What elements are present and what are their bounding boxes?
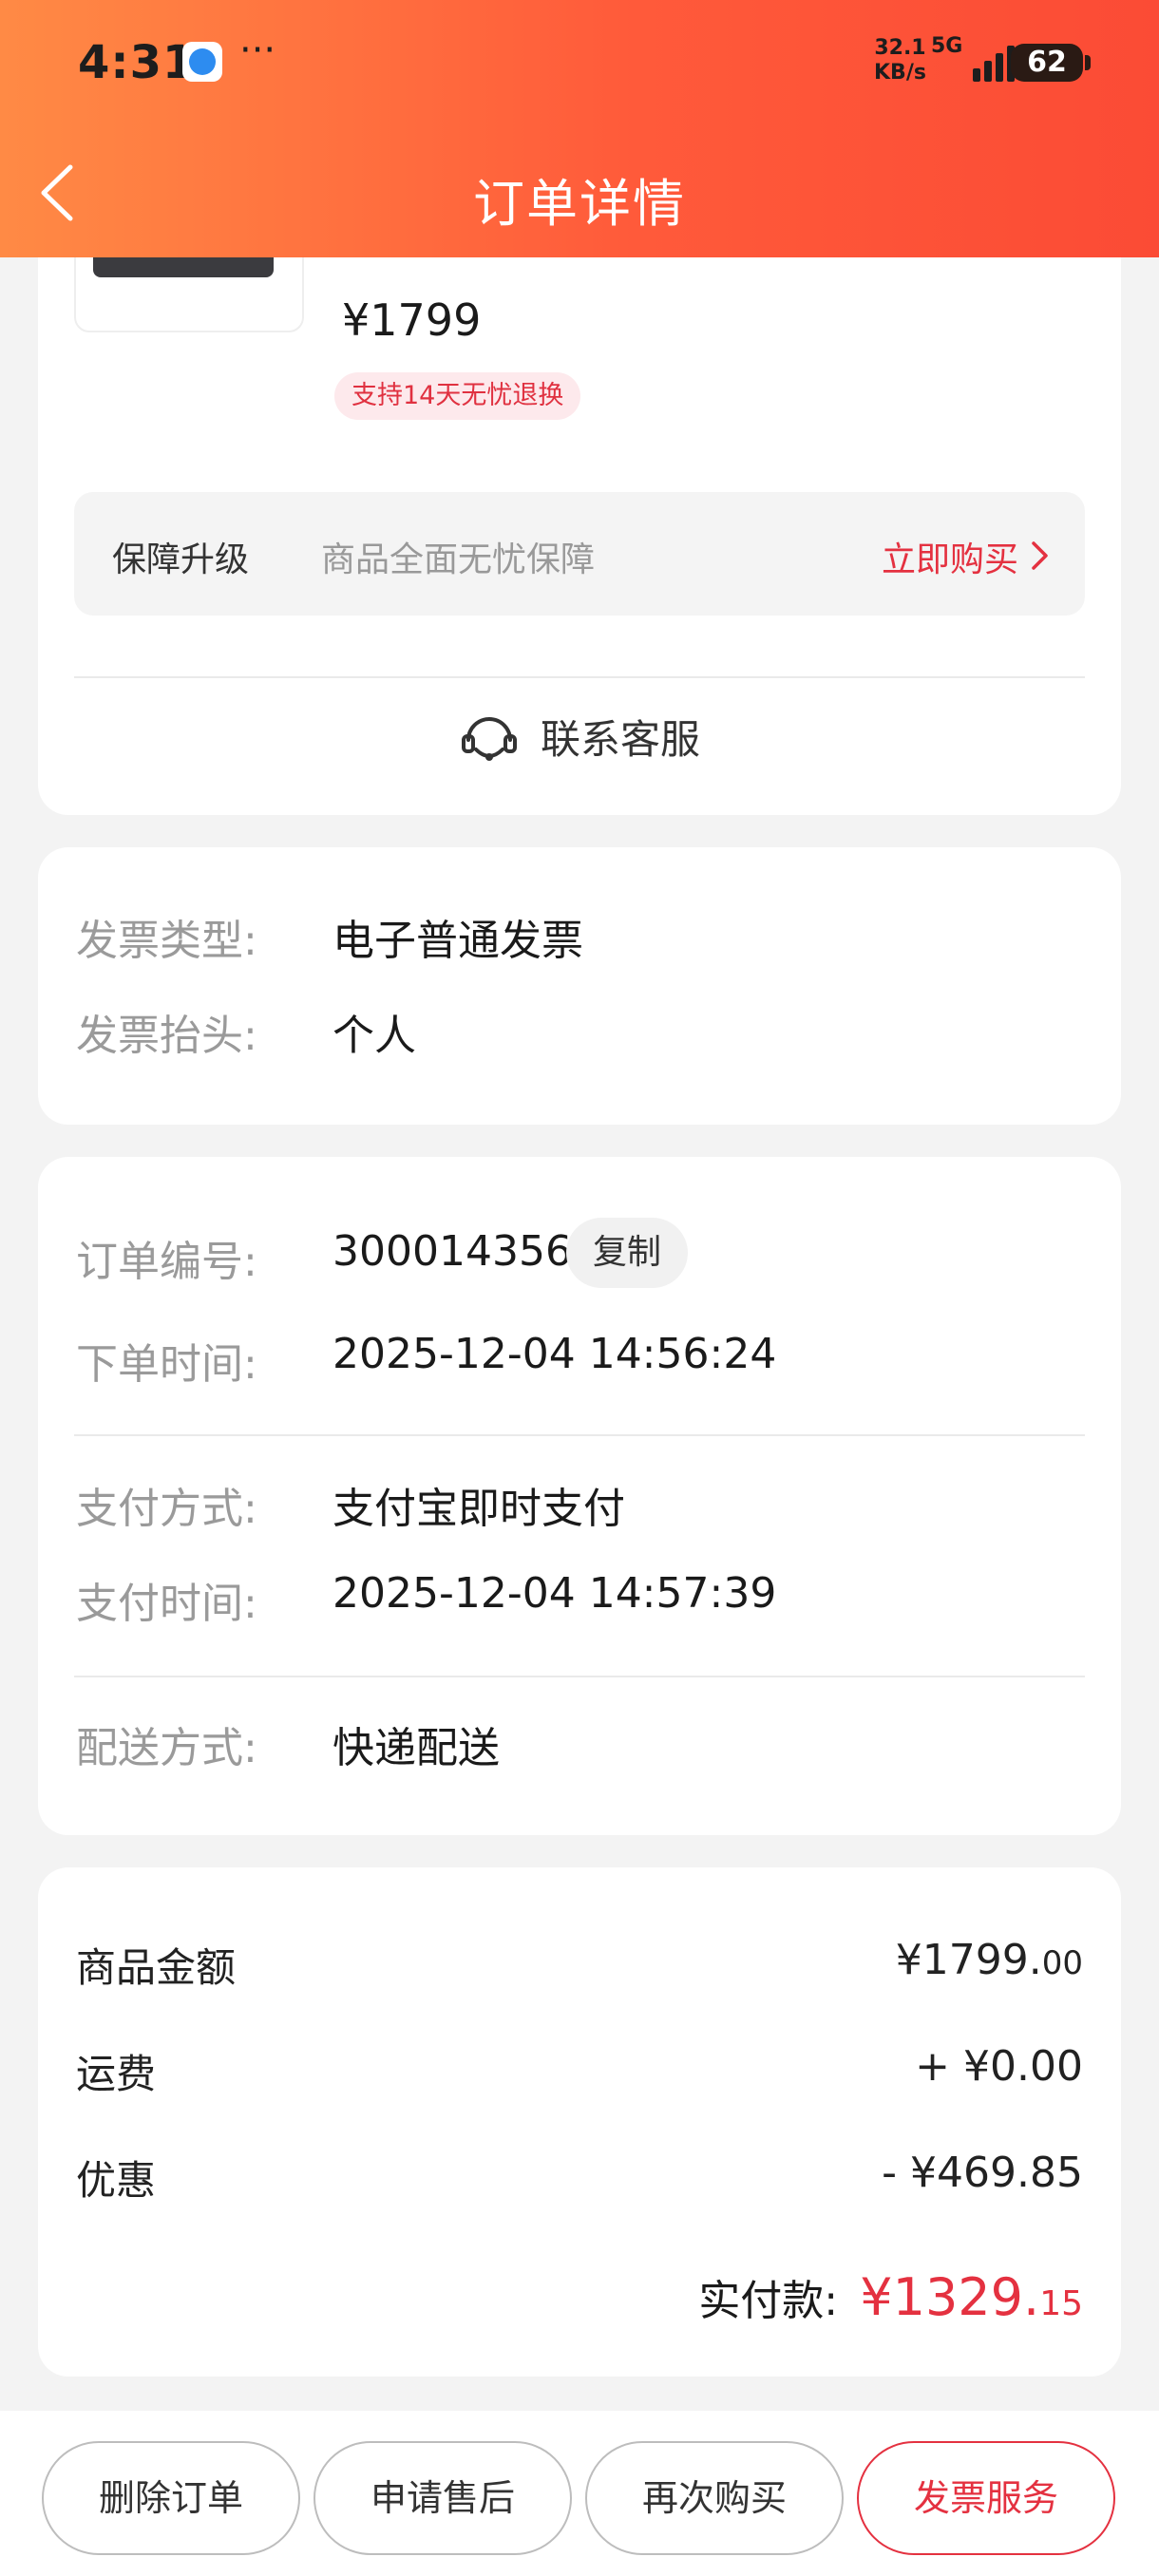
order-number-row: 订单编号: 300014356 [76,1227,572,1288]
network-type: 5G [931,34,963,58]
buy-again-button[interactable]: 再次购买 [585,2441,844,2555]
order-number-value: 300014356 [332,1227,572,1276]
invoice-header-row: 发票抬头: 个人 [76,1001,416,1062]
copy-order-number-button[interactable]: 复制 [566,1218,688,1288]
order-info-card: 订单编号: 300014356 复制 下单时间: 2025-12-04 14:5… [38,1157,1121,1835]
divider [74,1434,1085,1436]
delivery-method-label: 配送方式: [76,1724,257,1772]
divider [74,676,1085,678]
payment-method-label: 支付方式: [76,1485,257,1533]
more-notifications-icon: ··· [239,28,276,72]
chevron-right-icon [1032,541,1048,570]
product-card: ¥1799 支持14天无忧退换 保障升级 商品全面无忧保障 立即购买 联系客服 [38,180,1121,815]
guarantee-title: 保障升级 [112,540,250,579]
invoice-type-row: 发票类型: 电子普通发票 [76,906,583,967]
discount-value: - ¥469.85 [882,2149,1083,2197]
total-paid-value: ¥1329.15 [860,2267,1083,2327]
delivery-method-row: 配送方式: 快递配送 [76,1714,500,1774]
status-time: 4:31 [78,36,196,89]
order-time-row: 下单时间: 2025-12-04 14:56:24 [76,1330,776,1391]
price-summary-card: 商品金额 ¥1799.00 运费 + ¥0.00 优惠 - ¥469.85 实付… [38,1867,1121,2377]
network-speed: 32.1 KB/s [874,36,926,85]
total-paid-row: 实付款: ¥1329.15 [698,2266,1083,2327]
after-sale-button[interactable]: 申请售后 [314,2441,572,2555]
order-number-label: 订单编号: [76,1238,257,1286]
discount-label: 优惠 [76,2157,157,2204]
guarantee-upgrade-banner[interactable]: 保障升级 商品全面无忧保障 立即购买 [74,492,1085,616]
delete-order-button[interactable]: 删除订单 [42,2441,300,2555]
invoice-service-button[interactable]: 发票服务 [857,2441,1115,2555]
payment-method-row: 支付方式: 支付宝即时支付 [76,1474,625,1535]
product-price: ¥1799 [342,294,482,346]
contact-service-button[interactable]: 联系客服 [38,703,1121,769]
payment-method-value: 支付宝即时支付 [332,1485,625,1533]
headset-icon [461,717,517,761]
buy-now-link[interactable]: 立即购买 [882,532,1018,581]
bottom-action-bar: 删除订单 申请售后 再次购买 发票服务 [0,2411,1159,2576]
order-time-label: 下单时间: [76,1340,257,1389]
invoice-header-label: 发票抬头: [76,1012,257,1060]
invoice-header-value: 个人 [332,1012,416,1060]
return-policy-badge: 支持14天无忧退换 [334,372,581,420]
contact-service-label: 联系客服 [540,715,700,763]
app-notification-icon [182,42,222,82]
goods-amount-value: ¥1799.00 [895,1936,1083,1984]
goods-amount-label: 商品金额 [76,1944,237,1991]
invoice-card: 发票类型: 电子普通发票 发票抬头: 个人 [38,847,1121,1125]
invoice-type-value: 电子普通发票 [332,917,583,965]
payment-time-row: 支付时间: 2025-12-04 14:57:39 [76,1569,776,1630]
top-header: 4:31 ··· 32.1 KB/s 5G 62 订单详情 [0,0,1159,257]
signal-strength-icon [969,44,1016,82]
guarantee-description: 商品全面无忧保障 [321,540,596,579]
page-title: 订单详情 [473,174,686,234]
divider [74,1676,1085,1677]
delivery-method-value: 快递配送 [332,1724,500,1772]
order-time-value: 2025-12-04 14:56:24 [332,1330,777,1378]
invoice-type-label: 发票类型: [76,917,257,965]
payment-time-label: 支付时间: [76,1580,257,1628]
shipping-fee-label: 运费 [76,2051,157,2097]
payment-time-value: 2025-12-04 14:57:39 [332,1569,777,1618]
shipping-fee-value: + ¥0.00 [915,2042,1083,2091]
status-bar: 4:31 ··· 32.1 KB/s 5G 62 [0,0,1159,133]
total-paid-label: 实付款: [698,2277,839,2325]
battery-indicator: 62 [1011,44,1091,82]
